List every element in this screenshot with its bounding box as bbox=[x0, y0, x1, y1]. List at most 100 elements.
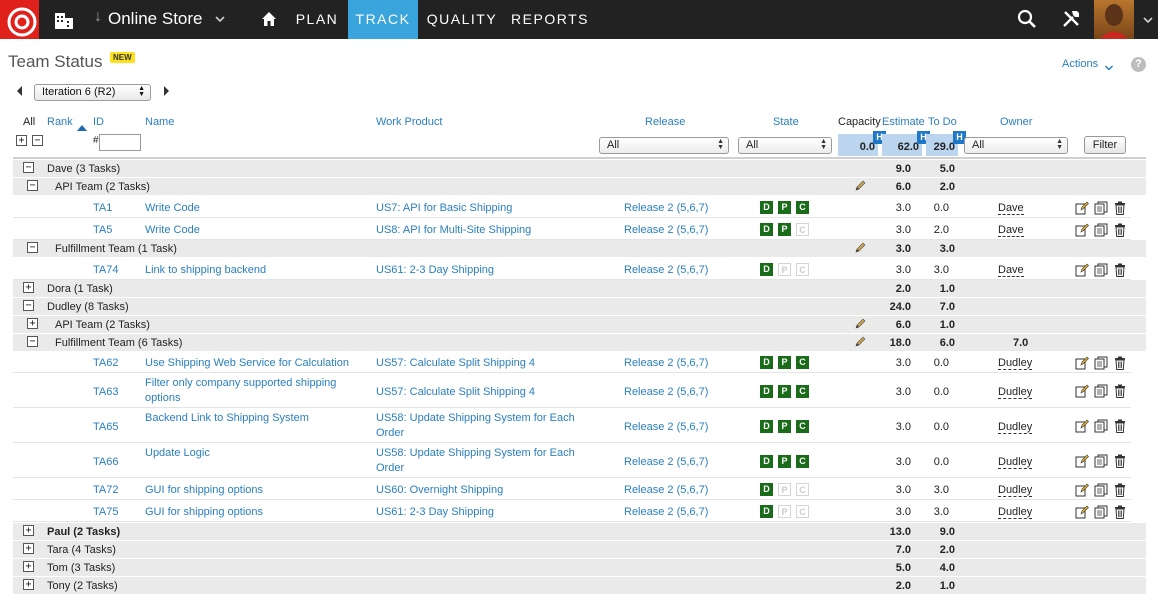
release-link[interactable]: Release 2 (5,6,7) bbox=[624, 202, 708, 214]
copy-icon[interactable] bbox=[1094, 384, 1108, 398]
owner-link[interactable]: Dave bbox=[998, 202, 1024, 215]
help-icon[interactable]: ? bbox=[1131, 57, 1146, 72]
previous-iteration-button[interactable] bbox=[15, 84, 25, 96]
state-c-button[interactable]: C bbox=[796, 356, 809, 369]
task-name-link[interactable]: Link to shipping backend bbox=[145, 264, 266, 276]
release-link[interactable]: Release 2 (5,6,7) bbox=[624, 484, 708, 496]
project-picker[interactable]: Online Store bbox=[108, 9, 203, 29]
copy-icon[interactable] bbox=[1094, 505, 1108, 519]
collapse-button[interactable]: − bbox=[27, 336, 38, 347]
release-link[interactable]: Release 2 (5,6,7) bbox=[624, 456, 708, 468]
delete-icon[interactable] bbox=[1113, 223, 1127, 237]
sort-ascending-icon[interactable] bbox=[76, 119, 88, 131]
task-name-link[interactable]: Write Code bbox=[145, 224, 200, 236]
iteration-select[interactable]: Iteration 6 (R2) ▲ ▼ bbox=[34, 84, 151, 101]
work-product-link[interactable]: US61: 2-3 Day Shipping bbox=[376, 264, 494, 276]
delete-icon[interactable] bbox=[1113, 384, 1127, 398]
delete-icon[interactable] bbox=[1113, 263, 1127, 277]
work-product-link[interactable]: US58: Update Shipping System for Each Or… bbox=[376, 446, 601, 476]
collapse-button[interactable]: − bbox=[27, 180, 38, 191]
state-c-button[interactable]: C bbox=[796, 455, 809, 468]
state-c-button[interactable]: C bbox=[796, 263, 809, 276]
state-c-button[interactable]: C bbox=[796, 385, 809, 398]
task-name-link[interactable]: Write Code bbox=[145, 202, 200, 214]
owner-link[interactable]: Dudley bbox=[998, 484, 1033, 497]
release-link[interactable]: Release 2 (5,6,7) bbox=[624, 386, 708, 398]
collapse-button[interactable]: − bbox=[23, 162, 34, 173]
release-link[interactable]: Release 2 (5,6,7) bbox=[624, 421, 708, 433]
logo-icon[interactable] bbox=[0, 0, 39, 39]
task-name-link[interactable]: Filter only company supported shipping o… bbox=[145, 376, 370, 406]
owner-link[interactable]: Dave bbox=[998, 264, 1024, 277]
actions-menu-button[interactable]: Actions bbox=[1062, 58, 1098, 70]
state-p-button[interactable]: P bbox=[778, 455, 791, 468]
work-product-link[interactable]: US57: Calculate Split Shipping 4 bbox=[376, 357, 535, 369]
expand-button[interactable]: + bbox=[23, 543, 34, 554]
task-name-link[interactable]: GUI for shipping options bbox=[145, 506, 263, 518]
task-name-link[interactable]: Use Shipping Web Service for Calculation bbox=[145, 357, 349, 369]
state-d-button[interactable]: D bbox=[760, 201, 773, 214]
collapse-button[interactable]: − bbox=[23, 300, 34, 311]
state-p-button[interactable]: P bbox=[778, 483, 791, 496]
state-d-button[interactable]: D bbox=[760, 483, 773, 496]
expand-button[interactable]: + bbox=[27, 318, 38, 329]
edit-icon[interactable] bbox=[1075, 263, 1089, 277]
delete-icon[interactable] bbox=[1113, 201, 1127, 215]
owner-link[interactable]: Dudley bbox=[998, 456, 1033, 469]
home-icon[interactable] bbox=[259, 9, 279, 29]
copy-icon[interactable] bbox=[1094, 454, 1108, 468]
owner-link[interactable]: Dudley bbox=[998, 421, 1033, 434]
work-product-link[interactable]: US58: Update Shipping System for Each Or… bbox=[376, 411, 601, 441]
workspace-icon[interactable] bbox=[54, 10, 74, 30]
state-p-button[interactable]: P bbox=[778, 356, 791, 369]
delete-icon[interactable] bbox=[1113, 483, 1127, 497]
chevron-down-icon[interactable] bbox=[1142, 13, 1154, 25]
delete-icon[interactable] bbox=[1113, 505, 1127, 519]
header-id[interactable]: ID bbox=[93, 116, 104, 128]
tab-reports[interactable]: REPORTS bbox=[506, 0, 594, 39]
pencil-icon[interactable] bbox=[854, 242, 866, 254]
chevron-down-icon[interactable] bbox=[214, 12, 226, 24]
pencil-icon[interactable] bbox=[854, 318, 866, 330]
state-filter-select[interactable]: All ▲ ▼ bbox=[738, 137, 832, 154]
owner-link[interactable]: Dudley bbox=[998, 357, 1033, 370]
task-id-link[interactable]: TA65 bbox=[93, 421, 118, 433]
pencil-icon[interactable] bbox=[854, 336, 866, 348]
task-id-link[interactable]: TA75 bbox=[93, 506, 118, 518]
header-release[interactable]: Release bbox=[645, 116, 685, 128]
owner-filter-select[interactable]: All ▲ ▼ bbox=[964, 137, 1068, 154]
edit-icon[interactable] bbox=[1075, 356, 1089, 370]
copy-icon[interactable] bbox=[1094, 419, 1108, 433]
task-id-link[interactable]: TA5 bbox=[93, 224, 112, 236]
state-p-button[interactable]: P bbox=[778, 385, 791, 398]
state-d-button[interactable]: D bbox=[760, 263, 773, 276]
work-product-link[interactable]: US8: API for Multi-Site Shipping bbox=[376, 224, 531, 236]
delete-icon[interactable] bbox=[1113, 419, 1127, 433]
owner-link[interactable]: Dudley bbox=[998, 386, 1033, 399]
state-p-button[interactable]: P bbox=[778, 263, 791, 276]
copy-icon[interactable] bbox=[1094, 223, 1108, 237]
filter-button[interactable]: Filter bbox=[1084, 136, 1126, 154]
state-c-button[interactable]: C bbox=[796, 223, 809, 236]
delete-icon[interactable] bbox=[1113, 454, 1127, 468]
task-name-link[interactable]: GUI for shipping options bbox=[145, 484, 263, 496]
id-filter-input[interactable] bbox=[99, 134, 141, 151]
collapse-button[interactable]: − bbox=[27, 242, 38, 253]
task-name-link[interactable]: Backend Link to Shipping System bbox=[145, 411, 370, 426]
tab-plan[interactable]: PLAN bbox=[288, 0, 346, 39]
owner-link[interactable]: Dave bbox=[998, 224, 1024, 237]
search-icon[interactable] bbox=[1016, 8, 1038, 30]
tools-icon[interactable] bbox=[1060, 8, 1082, 30]
owner-link[interactable]: Dudley bbox=[998, 506, 1033, 519]
expand-all-button[interactable]: + bbox=[16, 135, 27, 146]
work-product-link[interactable]: US57: Calculate Split Shipping 4 bbox=[376, 386, 535, 398]
pencil-icon[interactable] bbox=[854, 180, 866, 192]
task-id-link[interactable]: TA62 bbox=[93, 357, 118, 369]
task-id-link[interactable]: TA63 bbox=[93, 386, 118, 398]
header-name[interactable]: Name bbox=[145, 116, 174, 128]
task-id-link[interactable]: TA72 bbox=[93, 484, 118, 496]
state-d-button[interactable]: D bbox=[760, 505, 773, 518]
header-estimate[interactable]: Estimate bbox=[882, 116, 925, 128]
copy-icon[interactable] bbox=[1094, 356, 1108, 370]
edit-icon[interactable] bbox=[1075, 201, 1089, 215]
